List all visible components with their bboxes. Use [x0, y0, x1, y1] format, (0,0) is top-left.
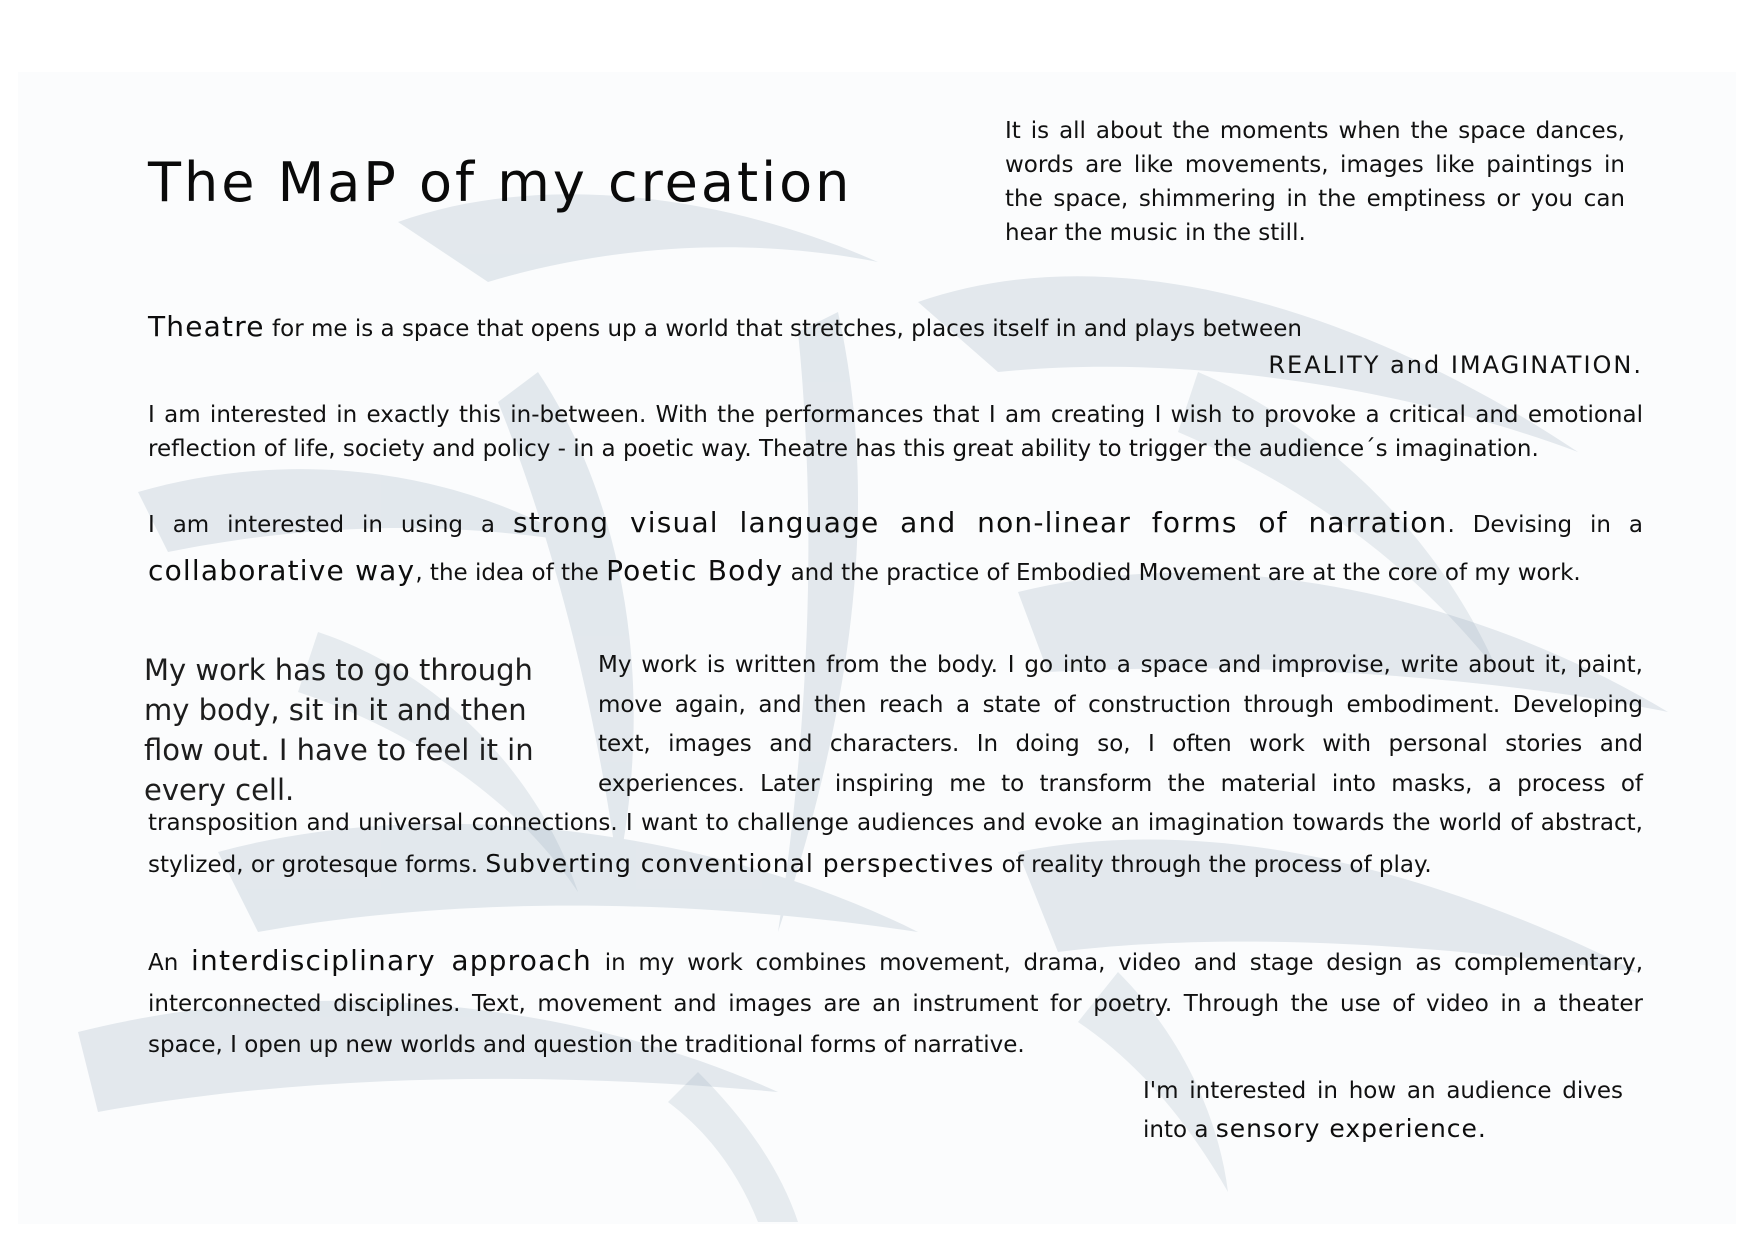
visual-text-4: and the practice of Embodied Movement ar… [783, 560, 1581, 586]
written-from-body-paragraph: My work is written from the body. I go i… [148, 646, 1643, 885]
inter-text-1: An [148, 950, 192, 976]
quote-spacer [148, 646, 598, 801]
visual-text-2: . Devising in a [1447, 512, 1644, 538]
page-title: The MaP of my creation [148, 151, 853, 214]
visual-text-3: , the idea of the [415, 560, 607, 586]
reality-imagination-heading: REALITY and IMAGINATION. [1268, 351, 1643, 379]
inter-emphasis: interdisciplinary approach [191, 944, 592, 977]
interdisciplinary-paragraph: An interdisciplinary approach in my work… [148, 940, 1643, 1066]
theatre-text: for me is a space that opens up a world … [264, 316, 1302, 342]
visual-emphasis-3: Poetic Body [606, 554, 784, 587]
visual-text-1: I am interested in using a [148, 512, 513, 538]
body-emphasis: Subverting conventional perspectives [485, 848, 995, 878]
theatre-paragraph: Theatre for me is a space that opens up … [148, 310, 1648, 346]
body-tail: of reality through the process of play. [994, 851, 1432, 878]
in-between-paragraph: I am interested in exactly this in-betwe… [148, 402, 1643, 462]
theatre-keyword: Theatre [148, 310, 265, 343]
sensory-emphasis: sensory experience. [1215, 1114, 1487, 1143]
visual-emphasis-1: strong visual language and non-linear fo… [512, 506, 1448, 539]
intro-paragraph: It is all about the moments when the spa… [1005, 118, 1625, 246]
visual-language-paragraph: I am interested in using a strong visual… [148, 500, 1643, 596]
visual-emphasis-2: collaborative way [148, 554, 416, 587]
sensory-paragraph: I'm interested in how an audience dives … [1143, 1072, 1623, 1149]
